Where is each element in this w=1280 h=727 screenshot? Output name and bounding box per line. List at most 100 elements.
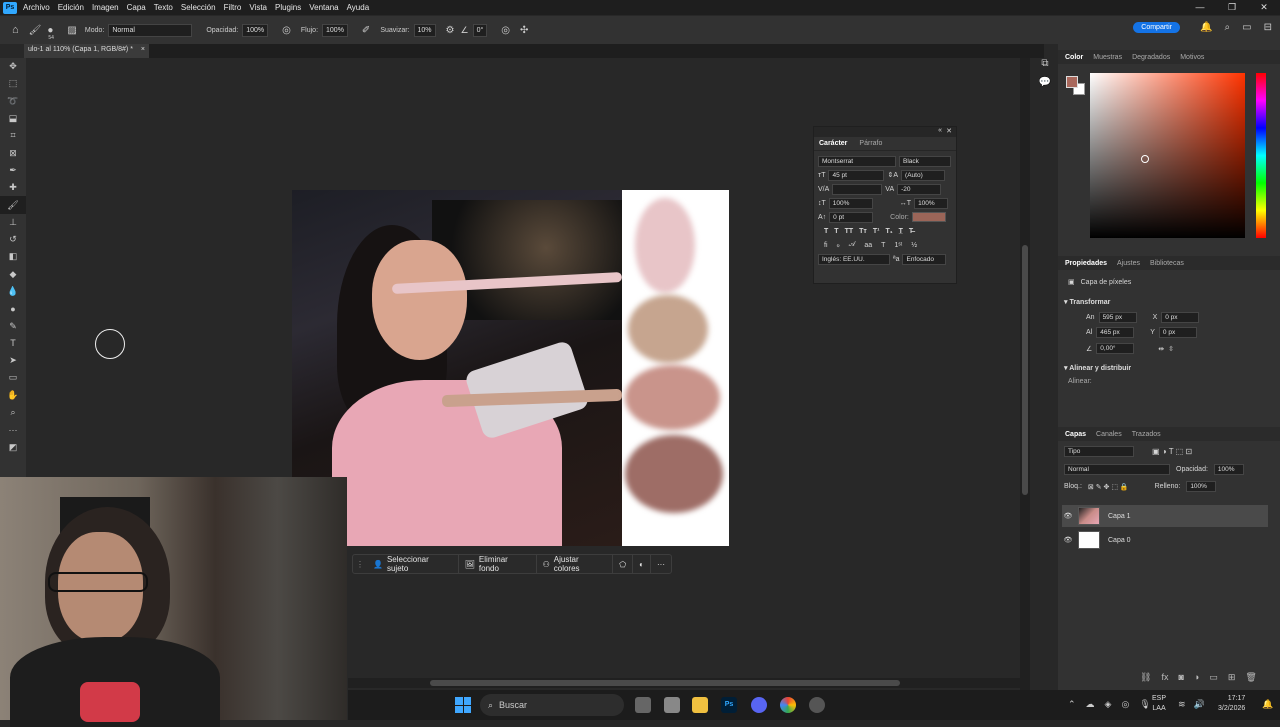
- tab-capas[interactable]: Capas: [1065, 431, 1086, 438]
- task-view-icon[interactable]: [635, 697, 651, 713]
- fx-icon[interactable]: fx: [1161, 672, 1168, 683]
- bold-icon[interactable]: T: [824, 228, 828, 235]
- adjust-colors-button[interactable]: ⚇ Ajustar colores: [537, 555, 614, 573]
- menu-plugins[interactable]: Plugins: [275, 3, 301, 12]
- ordinals-icon[interactable]: 1ˢᵗ: [894, 242, 902, 249]
- color-swatches-icon[interactable]: ◩: [0, 439, 26, 456]
- share-button[interactable]: Compartir: [1133, 22, 1180, 33]
- cloud-icon[interactable]: ☁: [1086, 699, 1095, 710]
- rectangle-tool-icon[interactable]: ▭: [0, 369, 26, 386]
- vertical-scroll-thumb[interactable]: [1022, 245, 1028, 495]
- close-window-icon[interactable]: ✕: [1248, 0, 1280, 15]
- discord-icon[interactable]: [751, 697, 767, 713]
- tab-propiedades[interactable]: Propiedades: [1065, 260, 1107, 267]
- tab-trazados[interactable]: Trazados: [1132, 431, 1161, 438]
- swash-icon[interactable]: 𝒜: [849, 241, 856, 249]
- trash-icon[interactable]: 🗑: [1245, 672, 1256, 683]
- lock-icons[interactable]: ⊠ ✎ ✥ ⬚ 🔒: [1088, 483, 1129, 491]
- drag-handle-icon[interactable]: ⋮: [353, 560, 367, 569]
- color-picker-handle[interactable]: [1141, 155, 1149, 163]
- wifi-icon[interactable]: ≋: [1178, 699, 1186, 710]
- adjustment-add-icon[interactable]: ◑: [1194, 672, 1199, 683]
- crop-tool-icon[interactable]: ⌗: [0, 127, 26, 144]
- layer-filter-select[interactable]: Tipo: [1064, 446, 1134, 457]
- y-input[interactable]: 0 px: [1158, 327, 1197, 338]
- document-tab[interactable]: ulo-1 al 110% (Capa 1, RGB/8#) * ×: [24, 44, 149, 58]
- brush-tool-icon[interactable]: 🖌: [29, 25, 42, 36]
- tracking-input[interactable]: -20: [897, 183, 942, 195]
- collapse-icon[interactable]: «: [938, 127, 942, 134]
- volume-icon[interactable]: 🔊: [1194, 699, 1205, 710]
- select-subject-button[interactable]: 👤 Seleccionar sujeto: [367, 555, 459, 573]
- file-explorer-icon[interactable]: [692, 697, 708, 713]
- gear-icon[interactable]: ⚙: [446, 25, 455, 36]
- chevron-up-icon[interactable]: ⌃: [1068, 699, 1076, 710]
- fill-input[interactable]: 100%: [1186, 481, 1217, 492]
- airbrush-icon[interactable]: ✐: [362, 25, 370, 36]
- photoshop-taskbar-icon[interactable]: Ps: [721, 697, 737, 713]
- group-icon[interactable]: ▭: [1209, 672, 1218, 683]
- menu-capa[interactable]: Capa: [127, 3, 146, 12]
- height-input[interactable]: 465 px: [1096, 327, 1135, 338]
- history-panel-icon[interactable]: ⧉: [1041, 58, 1048, 69]
- angle-input[interactable]: 0°: [472, 23, 488, 37]
- align-section[interactable]: ▾ Alinear y distribuir: [1058, 354, 1280, 374]
- network-icon[interactable]: ◎: [1121, 699, 1129, 710]
- history-brush-icon[interactable]: ↺: [0, 231, 26, 248]
- close-panel-icon[interactable]: ✕: [946, 127, 952, 135]
- brush-settings-icon[interactable]: ▨: [67, 25, 76, 36]
- taskbar-search[interactable]: ⌕ Buscar: [480, 694, 624, 716]
- hand-tool-icon[interactable]: ✋: [0, 387, 26, 404]
- superscript-icon[interactable]: T¹: [873, 228, 880, 235]
- tab-ajustes[interactable]: Ajustes: [1117, 260, 1140, 267]
- subscript-icon[interactable]: T₁: [885, 228, 892, 235]
- layer-row-capa-0[interactable]: 👁 Capa 0: [1062, 529, 1268, 551]
- menu-edicion[interactable]: Edición: [58, 3, 84, 12]
- minimize-icon[interactable]: —: [1184, 0, 1216, 15]
- titling-icon[interactable]: T: [881, 242, 885, 249]
- object-select-tool-icon[interactable]: ⬓: [0, 110, 26, 127]
- leading-input[interactable]: (Auto): [901, 169, 946, 181]
- hue-slider[interactable]: [1256, 73, 1266, 238]
- smooth-input[interactable]: 10%: [413, 23, 436, 37]
- tab-degradados[interactable]: Degradados: [1132, 54, 1170, 61]
- tab-color[interactable]: Color: [1065, 54, 1083, 61]
- menu-seleccion[interactable]: Selección: [181, 3, 216, 12]
- tab-motivos[interactable]: Motivos: [1180, 54, 1204, 61]
- pressure-opacity-icon[interactable]: ◎: [282, 25, 291, 36]
- close-tab-icon[interactable]: ×: [141, 46, 145, 53]
- baseline-input[interactable]: 0 pt: [829, 211, 874, 223]
- horizontal-scale-input[interactable]: 100%: [914, 197, 949, 209]
- blur-tool-icon[interactable]: 💧: [0, 283, 26, 300]
- menu-archivo[interactable]: Archivo: [23, 3, 50, 12]
- horizontal-scroll-thumb[interactable]: [430, 680, 900, 686]
- link-icon[interactable]: ⛓: [1140, 672, 1151, 683]
- new-layer-icon[interactable]: ⊞: [1228, 672, 1236, 683]
- color-field[interactable]: [1090, 73, 1245, 238]
- menu-vista[interactable]: Vista: [249, 3, 267, 12]
- more-options-button[interactable]: ···: [651, 555, 671, 573]
- alternates-icon[interactable]: aa: [864, 242, 872, 249]
- menu-texto[interactable]: Texto: [154, 3, 173, 12]
- path-select-icon[interactable]: ➤: [0, 352, 26, 369]
- arrange-icon[interactable]: ⊟: [1264, 22, 1272, 33]
- app-icon[interactable]: [809, 697, 825, 713]
- x-input[interactable]: 0 px: [1161, 312, 1200, 323]
- pressure-size-icon[interactable]: ◎: [501, 25, 510, 36]
- eraser-tool-icon[interactable]: ◧: [0, 248, 26, 265]
- eyedropper-tool-icon[interactable]: ✒: [0, 162, 26, 179]
- clock[interactable]: 17:17 3/2/2026: [1218, 694, 1245, 714]
- notifications-icon[interactable]: 🔔: [1200, 22, 1212, 33]
- blend-mode-select[interactable]: Normal: [1064, 464, 1170, 475]
- small-caps-icon[interactable]: Tт: [859, 228, 867, 235]
- tab-caracter[interactable]: Carácter: [819, 140, 847, 147]
- vertical-scale-input[interactable]: 100%: [828, 197, 873, 209]
- app-icon[interactable]: [664, 697, 680, 713]
- width-input[interactable]: 595 px: [1098, 312, 1137, 323]
- underline-icon[interactable]: T̲: [899, 228, 903, 235]
- italic-icon[interactable]: T: [834, 228, 838, 235]
- transform-button[interactable]: ⬠: [613, 555, 634, 573]
- character-panel-header[interactable]: «✕: [814, 127, 956, 137]
- old-style-icon[interactable]: ℴ: [837, 241, 840, 249]
- notification-bell-icon[interactable]: 🔔: [1262, 699, 1273, 710]
